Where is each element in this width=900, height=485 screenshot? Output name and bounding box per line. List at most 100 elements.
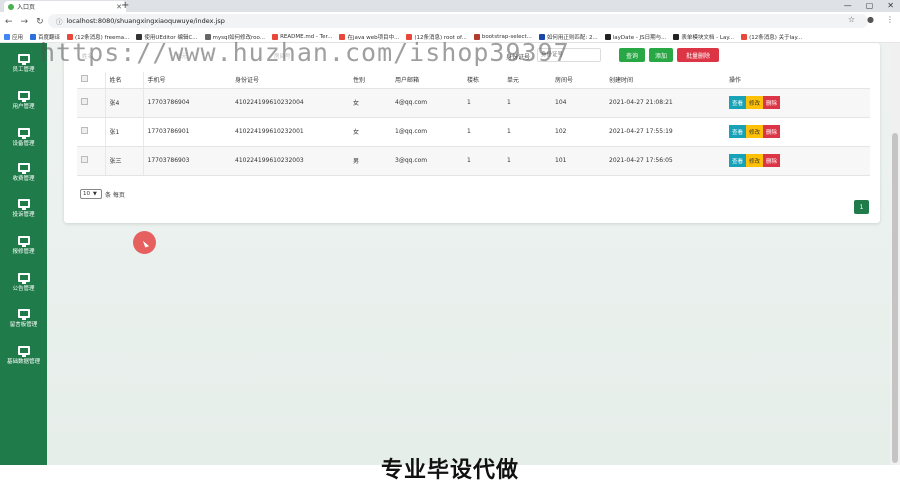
- cell-name: 张三: [105, 146, 144, 176]
- add-button[interactable]: 添加: [649, 48, 673, 62]
- cell-gender: 男: [349, 146, 391, 176]
- monitor-icon: [17, 127, 30, 139]
- monitor-icon: [17, 198, 30, 210]
- view-button[interactable]: 查看: [729, 125, 747, 138]
- menu-icon[interactable]: ⋮: [886, 15, 894, 24]
- cell-name: 张1: [105, 117, 144, 147]
- edit-button[interactable]: 修改: [746, 125, 764, 138]
- sidebar-item[interactable]: 公告管理: [0, 267, 47, 297]
- browser-tab[interactable]: 入口页 ✕: [4, 1, 126, 12]
- sidebar-item-label: 基础数据管理: [6, 358, 40, 365]
- row-checkbox[interactable]: [81, 156, 88, 163]
- edit-button[interactable]: 修改: [746, 154, 764, 167]
- page-button-current[interactable]: 1: [854, 200, 869, 214]
- query-button[interactable]: 查询: [619, 48, 645, 62]
- bookmark-item[interactable]: 表单模块文档 - Lay...: [673, 33, 734, 41]
- bookmark-item[interactable]: 百度翻译: [30, 33, 60, 41]
- bookmark-item[interactable]: 使用UEditor 编辑C...: [136, 33, 198, 41]
- sidebar-item-label: 留言板管理: [9, 321, 38, 328]
- sidebar-item[interactable]: 用户管理: [0, 85, 47, 115]
- bookmark-item[interactable]: README.md - Ter...: [272, 33, 332, 40]
- view-button[interactable]: 查看: [729, 96, 747, 109]
- table-row[interactable]: 张三 17703786903 410224199610232003 男 3@qq.com…: [77, 146, 870, 176]
- cell-gender: 女: [349, 88, 391, 118]
- column-header: 姓名: [105, 72, 144, 89]
- sidebar-item[interactable]: 投诉管理: [0, 193, 47, 223]
- cell-id: 410224199610232001: [231, 117, 349, 147]
- scrollbar-thumb[interactable]: [892, 133, 898, 463]
- cell-created: 2021-04-27 17:56:05: [605, 146, 725, 176]
- bookmark-label: mysql如何修改roo...: [212, 34, 266, 41]
- info-icon[interactable]: ⓘ: [56, 16, 63, 26]
- address-bar[interactable]: ⓘ localhost:8080/shuangxingxiaoquwuye/in…: [48, 14, 868, 28]
- bookmark-label: (12条消息) freema...: [75, 34, 130, 41]
- bookmark-item[interactable]: mysql如何修改roo...: [204, 33, 266, 41]
- bookmark-item[interactable]: (12条消息) root of...: [406, 33, 467, 41]
- sidebar-item-label: 用户管理: [12, 103, 35, 110]
- sidebar-item[interactable]: 收费管理: [0, 157, 47, 187]
- page-size-select[interactable]: 10 ▼: [80, 189, 102, 199]
- maximize-icon[interactable]: ▢: [866, 1, 874, 10]
- row-select-cell: [77, 146, 106, 176]
- filter-toolbar: 姓名 单元 房间号 身份证号 查询 添加 批量删除: [64, 45, 880, 65]
- edit-button[interactable]: 修改: [746, 96, 764, 109]
- row-select-cell: [77, 117, 106, 147]
- table-row[interactable]: 张4 17703786904 410224199610232004 女 4@qq.com…: [77, 88, 870, 118]
- bookmark-item[interactable]: 应用: [4, 33, 23, 41]
- bookmark-item[interactable]: bootstrap-select...: [473, 33, 532, 40]
- forward-icon[interactable]: →: [21, 17, 29, 27]
- delete-button[interactable]: 删除: [763, 125, 781, 138]
- delete-button[interactable]: 删除: [763, 96, 781, 109]
- bookmark-item[interactable]: 在java web项目中...: [339, 33, 399, 41]
- batch-delete-button[interactable]: 批量删除: [677, 48, 719, 62]
- sidebar-item-label: 公告管理: [12, 285, 35, 292]
- tab-favicon-icon: [8, 3, 14, 10]
- cell-phone: 17703786903: [143, 146, 231, 176]
- sidebar-item-label: 设备管理: [12, 140, 35, 147]
- profile-icon[interactable]: ●: [867, 15, 874, 24]
- url-text: localhost:8080/shuangxingxiaoquwuye/inde…: [66, 17, 225, 25]
- monitor-icon: [17, 308, 30, 320]
- page-scrollbar[interactable]: [890, 43, 900, 465]
- bookmark-item[interactable]: (12条消息) freema...: [67, 33, 129, 41]
- bookmark-favicon-icon: [136, 33, 143, 40]
- bookmark-label: (12条消息) root of...: [414, 34, 467, 41]
- bookmark-item[interactable]: layDate - JS日期与...: [604, 33, 666, 41]
- bookmark-label: 在java web项目中...: [347, 34, 400, 41]
- window-controls: — ▢ ✕: [844, 1, 894, 10]
- cell-phone: 17703786901: [143, 117, 231, 147]
- column-header: 创建时间: [605, 72, 725, 89]
- monitor-icon: [17, 272, 30, 284]
- page-size-value: 10: [83, 191, 90, 197]
- sidebar-item[interactable]: 留言板管理: [0, 303, 47, 333]
- sidebar-item[interactable]: 报修管理: [0, 230, 47, 260]
- reload-icon[interactable]: ↻: [36, 17, 44, 27]
- bookmark-item[interactable]: 如何用正则匹配: 2...: [538, 33, 598, 41]
- minimize-icon[interactable]: —: [844, 1, 852, 10]
- bookmark-favicon-icon: [741, 33, 748, 40]
- back-icon[interactable]: ←: [5, 17, 13, 27]
- sidebar-item[interactable]: 基础数据管理: [0, 340, 47, 370]
- delete-button[interactable]: 删除: [763, 154, 781, 167]
- table-row[interactable]: 张1 17703786901 410224199610232001 女 1@qq.com…: [77, 117, 870, 147]
- sidebar-item[interactable]: 员工管理: [0, 48, 47, 78]
- per-page-label: 条 每页: [105, 191, 125, 199]
- row-actions: 查看 修改 删除: [729, 125, 866, 138]
- new-tab-icon[interactable]: +: [121, 0, 129, 11]
- id-number-input[interactable]: [537, 48, 601, 62]
- cell-unit: 1: [503, 88, 551, 118]
- bookmark-item[interactable]: (12条消息) 关于lay...: [741, 33, 802, 41]
- view-button[interactable]: 查看: [729, 154, 747, 167]
- row-checkbox[interactable]: [81, 127, 88, 134]
- sidebar-item[interactable]: 设备管理: [0, 122, 47, 152]
- browser-right-icons: ☆ ● ⋮: [848, 15, 894, 24]
- cell-building: 1: [463, 88, 503, 118]
- bookmark-favicon-icon: [339, 33, 346, 40]
- row-checkbox[interactable]: [81, 98, 88, 105]
- close-window-icon[interactable]: ✕: [887, 1, 894, 10]
- cell-gender: 女: [349, 117, 391, 147]
- sidebar-item-label: 投诉管理: [12, 211, 35, 218]
- bookmark-star-icon[interactable]: ☆: [848, 15, 855, 24]
- select-all-checkbox[interactable]: [81, 75, 88, 83]
- sidebar-item-label: 报修管理: [12, 248, 35, 255]
